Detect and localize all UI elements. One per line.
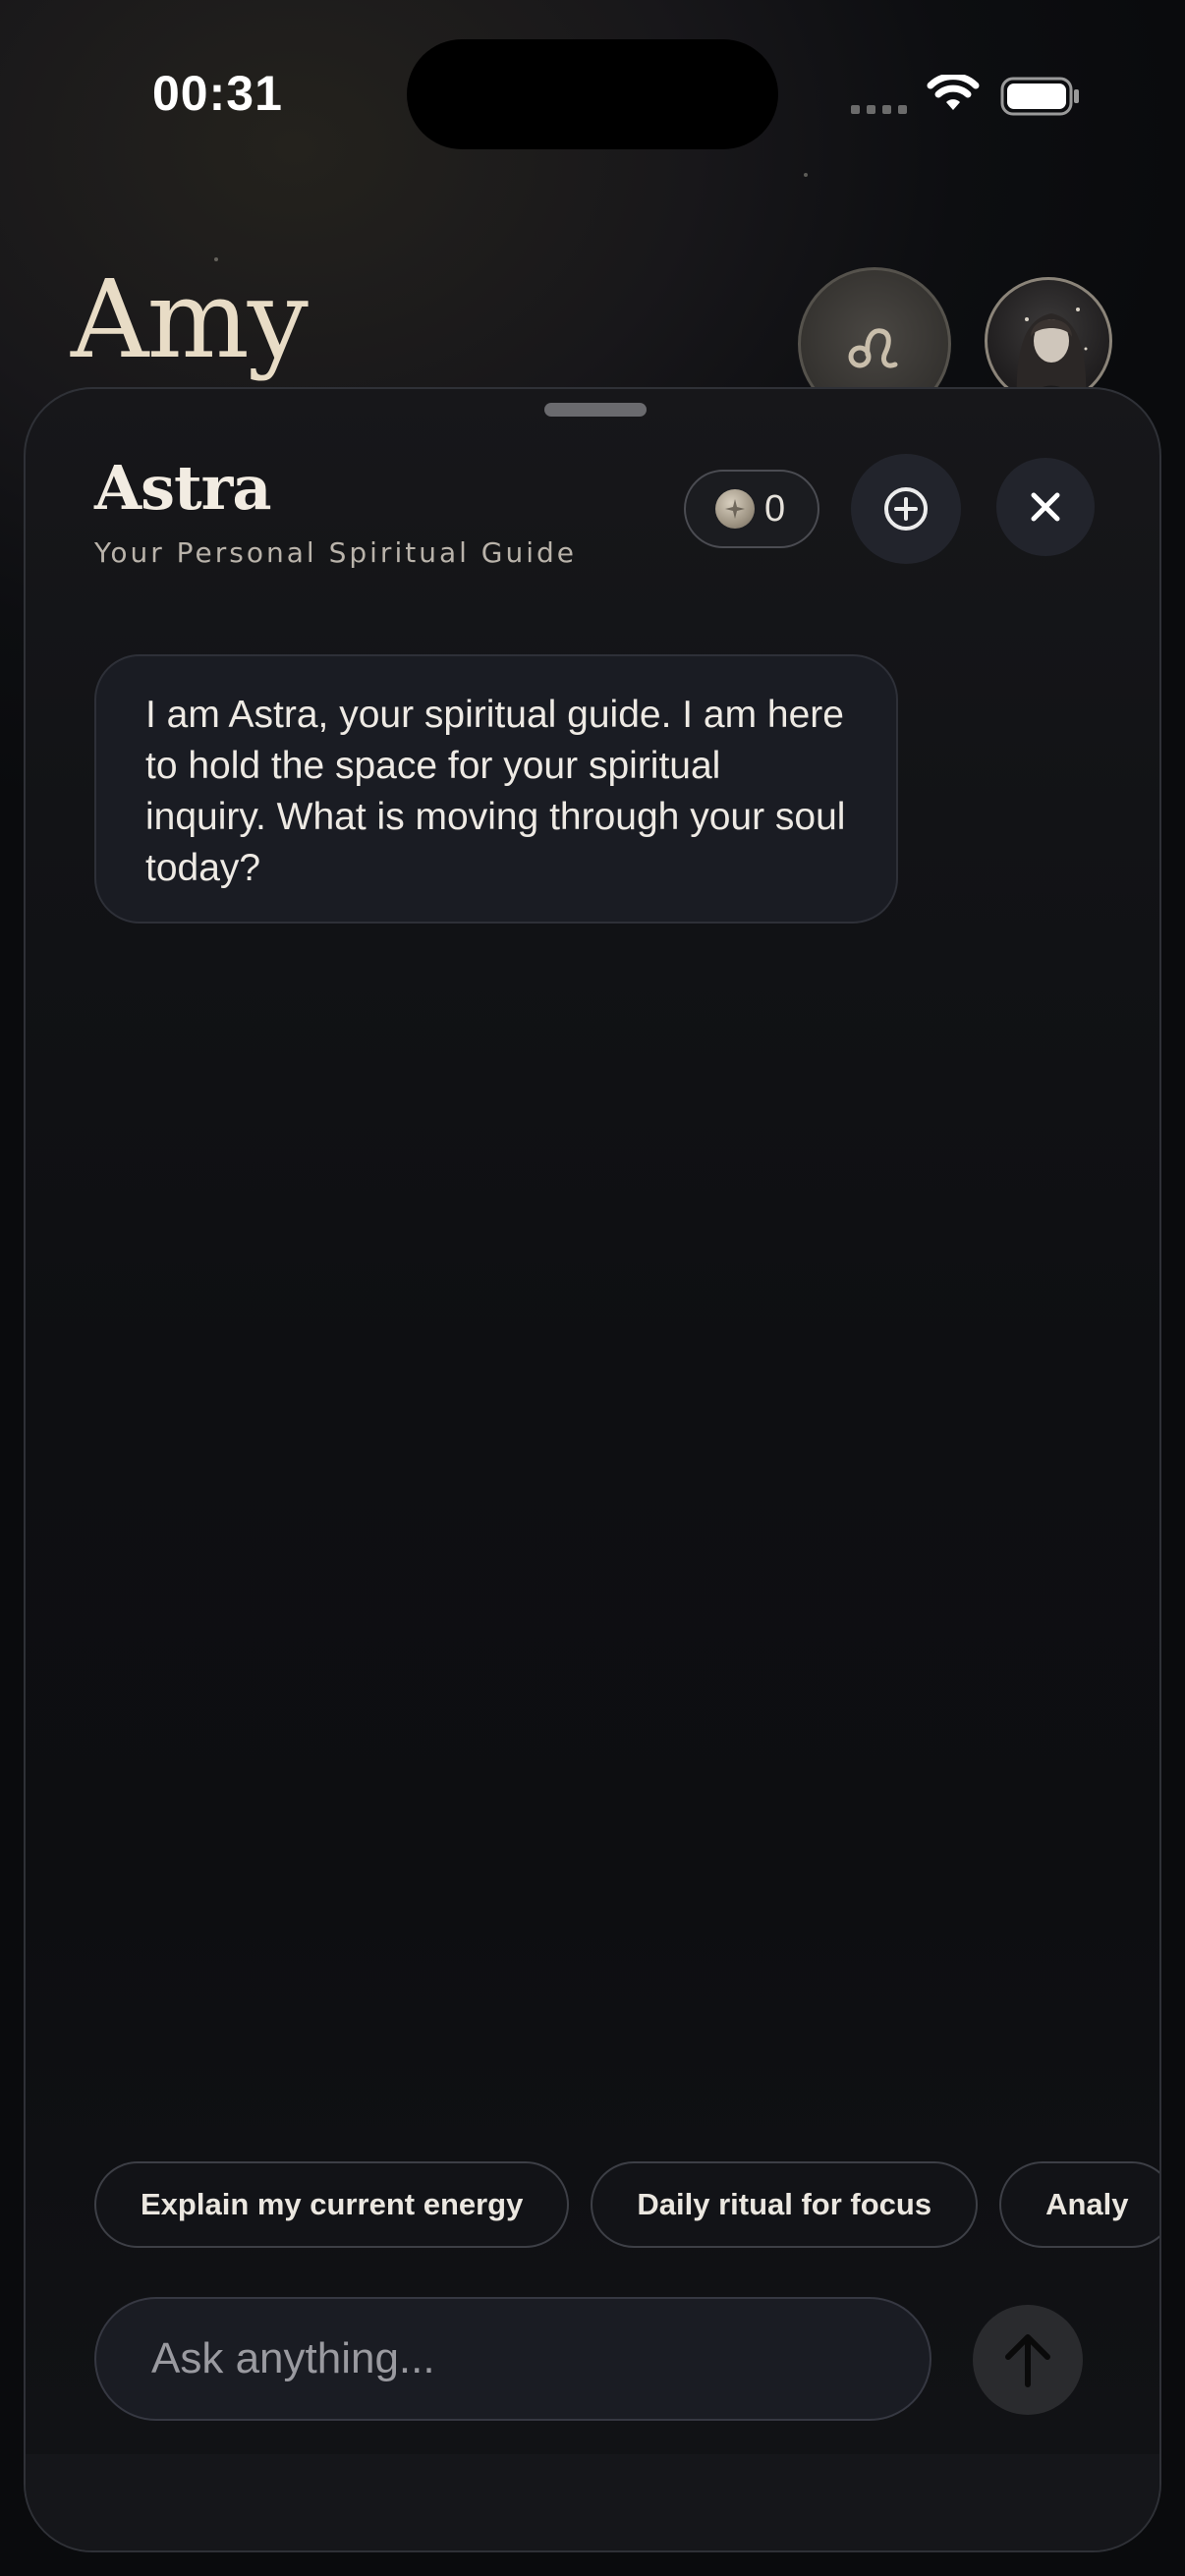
- cellular-signal-icon: [851, 105, 907, 114]
- profile-name-title: Amy: [71, 256, 309, 382]
- suggestion-chip[interactable]: Daily ritual for focus: [591, 2161, 979, 2248]
- wifi-icon: [927, 75, 980, 110]
- credits-count: 0: [764, 487, 786, 530]
- chat-title: Astra: [94, 452, 271, 524]
- close-button[interactable]: [996, 458, 1095, 556]
- new-chat-button[interactable]: [851, 454, 961, 564]
- sheet-footer: [26, 2454, 1159, 2550]
- arrow-up-icon: [1005, 2334, 1050, 2387]
- close-icon: [1031, 492, 1060, 522]
- message-input-placeholder: Ask anything...: [151, 2334, 435, 2382]
- leo-zodiac-icon: [848, 328, 898, 368]
- send-button[interactable]: [973, 2305, 1083, 2415]
- suggestion-chip[interactable]: Explain my current energy: [94, 2161, 570, 2248]
- battery-icon: [1000, 77, 1079, 116]
- suggestion-chips: Explain my current energy Daily ritual f…: [94, 2161, 1159, 2248]
- assistant-message-text: I am Astra, your spiritual guide. I am h…: [145, 694, 846, 889]
- app-screen: 00:31 Amy Astra Your Personal Spiritual …: [0, 0, 1185, 2576]
- plus-circle-icon: [884, 487, 928, 531]
- credits-badge[interactable]: 0: [684, 470, 819, 548]
- user-avatar[interactable]: [985, 277, 1112, 405]
- avatar-illustration: [1016, 308, 1088, 402]
- message-input[interactable]: Ask anything...: [94, 2297, 931, 2421]
- suggestion-chip[interactable]: Analy: [999, 2161, 1159, 2248]
- star-coin-icon: [715, 489, 755, 529]
- assistant-message-bubble: I am Astra, your spiritual guide. I am h…: [94, 654, 898, 924]
- dynamic-island: [407, 39, 778, 149]
- star-decoration: [804, 173, 808, 177]
- chat-sheet: Astra Your Personal Spiritual Guide 0 I …: [24, 387, 1161, 2552]
- status-time: 00:31: [152, 66, 283, 121]
- chat-subtitle: Your Personal Spiritual Guide: [94, 536, 578, 569]
- sheet-grabber[interactable]: [544, 403, 647, 417]
